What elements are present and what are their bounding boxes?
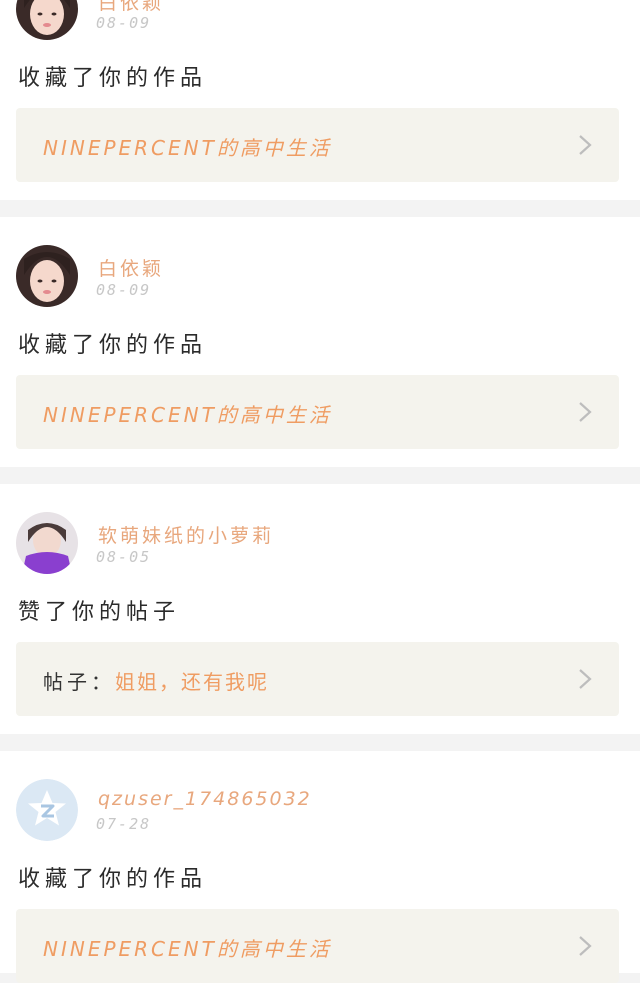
target-title: NINEPERCENT的高中生活: [43, 403, 332, 427]
target-title: NINEPERCENT的高中生活: [43, 136, 332, 160]
action-text: 收藏了你的作品: [18, 333, 208, 358]
notification-card: 白依颖 08-09 收藏了你的作品 NINEPERCENT的高中生活: [0, 0, 640, 200]
notification-card: 白依颖 08-09 收藏了你的作品 NINEPERCENT的高中生活: [0, 217, 640, 467]
username[interactable]: 白依颖: [98, 254, 164, 281]
username[interactable]: 软萌妹纸的小萝莉: [98, 521, 274, 548]
timestamp: 07-28: [96, 815, 152, 833]
target-link[interactable]: NINEPERCENT的高中生活: [16, 108, 619, 182]
chevron-right-icon: [579, 936, 592, 956]
action-text: 收藏了你的作品: [18, 867, 208, 892]
notification-card: qzuser_174865032 07-28 收藏了你的作品 NINEPERCE…: [0, 751, 640, 983]
user-avatar[interactable]: [16, 512, 78, 574]
chevron-right-icon: [579, 135, 592, 155]
target-prefix: 帖子：: [43, 670, 115, 694]
timestamp: 08-05: [96, 548, 152, 566]
qzone-star-icon[interactable]: [16, 779, 78, 841]
target-link[interactable]: 帖子：姐姐，还有我呢: [16, 642, 619, 716]
action-text: 赞了你的帖子: [18, 600, 181, 625]
target-link[interactable]: NINEPERCENT的高中生活: [16, 375, 619, 449]
username[interactable]: 白依颖: [98, 0, 164, 15]
user-avatar[interactable]: [16, 0, 78, 40]
target-link[interactable]: NINEPERCENT的高中生活: [16, 909, 619, 983]
target-title: NINEPERCENT的高中生活: [43, 937, 332, 961]
chevron-right-icon: [579, 402, 592, 422]
action-text: 收藏了你的作品: [18, 66, 208, 91]
timestamp: 08-09: [96, 14, 152, 32]
chevron-right-icon: [579, 669, 592, 689]
user-avatar[interactable]: [16, 245, 78, 307]
notification-card: 软萌妹纸的小萝莉 08-05 赞了你的帖子 帖子：姐姐，还有我呢: [0, 484, 640, 734]
username[interactable]: qzuser_174865032: [98, 788, 312, 810]
timestamp: 08-09: [96, 281, 152, 299]
target-title: 姐姐，还有我呢: [115, 670, 269, 694]
